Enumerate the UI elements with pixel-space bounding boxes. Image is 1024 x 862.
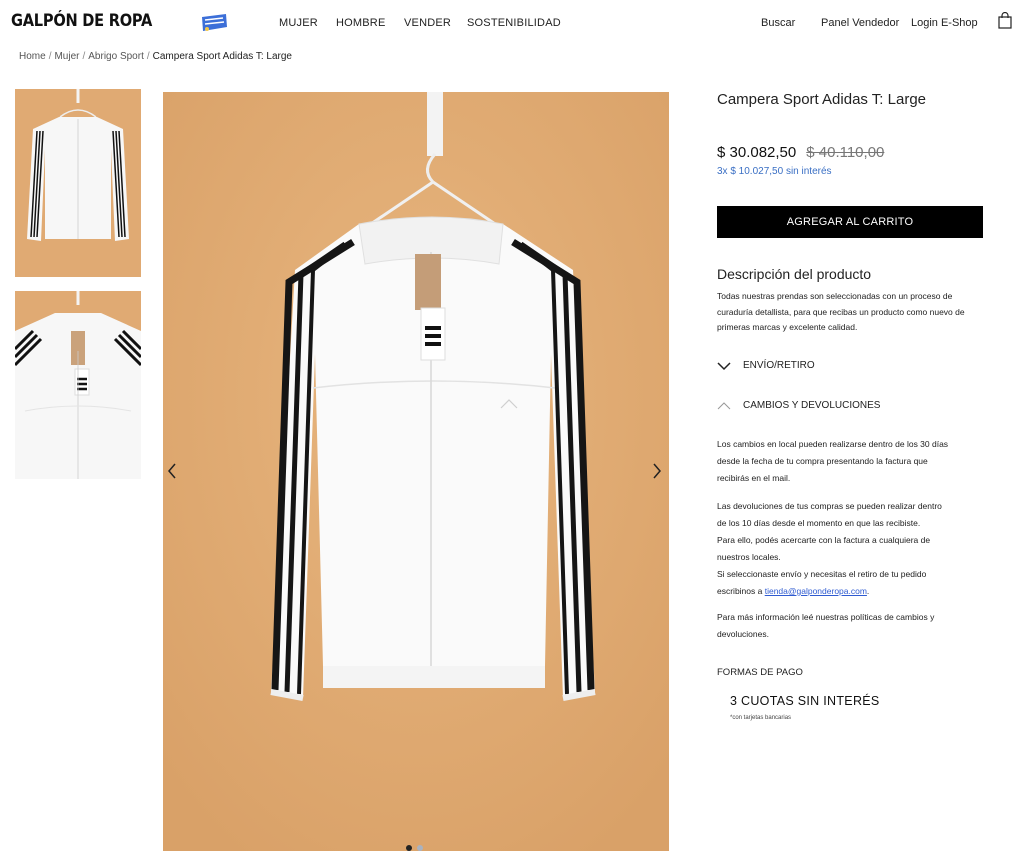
brand-badge-icon (202, 14, 227, 31)
nav-hombre[interactable]: HOMBRE (336, 17, 385, 29)
returns-policy-paragraph-1: Los cambios en local pueden realizarse d… (717, 436, 985, 487)
jacket-thumbnail-image (15, 89, 141, 277)
gallery-dot-active[interactable] (406, 845, 412, 851)
policy-line: de los 10 días desde el momento en que l… (717, 518, 921, 528)
breadcrumb-current: Campera Sport Adidas T: Large (152, 51, 292, 62)
prev-image-chevron-left-icon[interactable] (166, 462, 180, 482)
thumbnail-2[interactable] (15, 291, 141, 479)
current-price: $ 30.082,50 (717, 144, 797, 161)
policy-line: Las devoluciones de tus compras se puede… (717, 501, 942, 511)
policy-line: recibirás en el mail. (717, 473, 791, 483)
product-title: Campera Sport Adidas T: Large (717, 91, 927, 108)
accordion-shipping-label: ENVÍO/RETIRO (743, 360, 815, 371)
payment-methods-label: FORMAS DE PAGO (717, 667, 803, 678)
seller-panel-link[interactable]: Panel Vendedor (821, 17, 899, 29)
chevron-up-icon (717, 401, 731, 409)
accordion-shipping[interactable]: ENVÍO/RETIRO (717, 360, 815, 371)
nav-vender[interactable]: VENDER (404, 17, 451, 29)
accordion-returns-label: CAMBIOS Y DEVOLUCIONES (743, 400, 881, 411)
description-line: primeras marcas y excelente calidad. (717, 322, 858, 332)
policy-line: devoluciones. (717, 629, 769, 639)
jacket-photo (163, 92, 669, 851)
policy-line: nuestros locales. (717, 552, 781, 562)
description-body: Todas nuestras prendas son seleccionadas… (717, 289, 987, 336)
breadcrumb: Home / Mujer / Abrigo Sport / Campera Sport Ad… (19, 51, 292, 62)
returns-policy-paragraph-3: Para más información leé nuestras políti… (717, 609, 985, 643)
gallery-dot[interactable] (417, 845, 423, 851)
email-link[interactable]: tienda@galponderopa.com (765, 586, 867, 596)
returns-policy-paragraph-2: Las devoluciones de tus compras se puede… (717, 498, 985, 600)
login-link[interactable]: Login E-Shop (911, 17, 978, 29)
description-line: Todas nuestras prendas son seleccionadas… (717, 291, 953, 301)
accordion-returns[interactable]: CAMBIOS Y DEVOLUCIONES (717, 400, 880, 411)
jacket-closeup-thumbnail-image (15, 291, 141, 479)
policy-line: Para más información leé nuestras políti… (717, 612, 935, 622)
description-title: Descripción del producto (717, 266, 872, 282)
policy-line: Si seleccionaste envío y necesitas el re… (717, 569, 927, 579)
breadcrumb-home[interactable]: Home (19, 51, 46, 62)
shopping-bag-icon[interactable] (998, 12, 1012, 29)
nav-mujer[interactable]: MUJER (279, 17, 318, 29)
thumbnail-1[interactable] (15, 89, 141, 277)
search-link[interactable]: Buscar (761, 17, 795, 29)
nav-sostenibilidad[interactable]: SOSTENIBILIDAD (467, 17, 561, 29)
old-price: $ 40.110,00 (806, 144, 885, 161)
breadcrumb-mujer[interactable]: Mujer (54, 51, 79, 62)
payment-installments-title: 3 CUOTAS SIN INTERÉS (730, 694, 880, 708)
site-header: GALPÓN DE ROPA MUJER HOMBRE VENDER SOSTE… (0, 0, 1024, 46)
installments-info[interactable]: 3x $ 10.027,50 sin interés (717, 166, 832, 177)
add-to-cart-button[interactable]: AGREGAR AL CARRITO (717, 206, 983, 238)
product-price: $ 30.082,50 $ 40.110,00 (717, 144, 884, 161)
next-image-chevron-right-icon[interactable] (651, 462, 665, 482)
policy-line: Los cambios en local pueden realizarse d… (717, 439, 949, 449)
policy-line: Para ello, podés acercarte con la factur… (717, 535, 931, 545)
policy-line: desde la fecha de tu compra presentando … (717, 456, 928, 466)
site-logo[interactable]: GALPÓN DE ROPA (11, 11, 152, 31)
policy-line-prefix: escribinos a (717, 586, 765, 596)
policy-line: escribinos a tienda@galponderopa.com. (717, 583, 985, 600)
payment-note: *con tarjetas bancarias (730, 715, 792, 721)
product-main-image[interactable] (163, 92, 669, 851)
chevron-down-icon (717, 361, 731, 370)
gallery-pagination (406, 838, 428, 856)
breadcrumb-abrigo-sport[interactable]: Abrigo Sport (88, 51, 144, 62)
policy-line-suffix: . (866, 586, 870, 596)
description-line: curaduría detallista, para que recibas u… (717, 306, 965, 317)
